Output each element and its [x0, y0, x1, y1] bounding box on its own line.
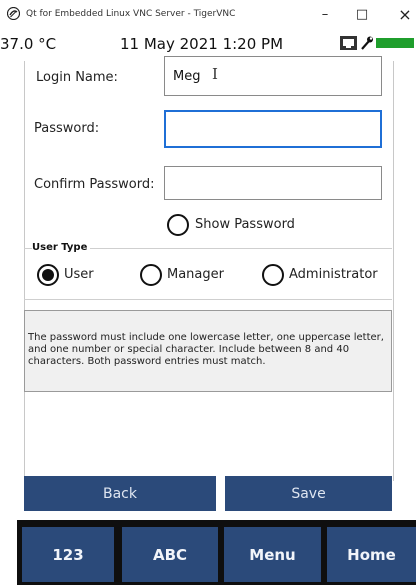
user-type-administrator-label: Administrator [289, 267, 378, 282]
menu-button-label: Menu [249, 545, 296, 564]
close-icon: × [398, 4, 412, 24]
numeric-keyboard-button[interactable]: 123 [22, 527, 114, 582]
tigervnc-app-icon [7, 7, 20, 20]
temperature-readout: 37.0 °C [0, 35, 57, 53]
user-type-manager-radio[interactable] [140, 264, 162, 286]
password-input[interactable] [164, 110, 382, 148]
user-type-title: User Type [32, 242, 91, 253]
user-type-user-radio[interactable] [37, 264, 59, 286]
menu-button[interactable]: Menu [224, 527, 321, 582]
save-button-label: Save [291, 485, 326, 502]
user-type-administrator-radio[interactable] [262, 264, 284, 286]
save-button[interactable]: Save [225, 476, 392, 511]
window-title: Qt for Embedded Linux VNC Server - Tiger… [26, 9, 236, 19]
show-password-label: Show Password [195, 217, 295, 232]
alpha-keyboard-button[interactable]: ABC [122, 527, 218, 582]
password-requirements-text: The password must include one lowercase … [28, 332, 384, 367]
text-cursor-icon: I [212, 65, 218, 83]
user-type-manager-label: Manager [167, 267, 224, 282]
back-button-label: Back [103, 485, 137, 502]
alpha-keyboard-label: ABC [152, 545, 188, 564]
login-name-input[interactable] [164, 56, 382, 96]
window-titlebar: Qt for Embedded Linux VNC Server - Tiger… [0, 0, 416, 28]
password-label: Password: [34, 121, 100, 136]
date-time-readout: 11 May 2021 1:20 PM [120, 35, 284, 53]
vnc-window: Qt for Embedded Linux VNC Server - Tiger… [0, 0, 416, 585]
back-button[interactable]: Back [24, 476, 216, 511]
numeric-keyboard-label: 123 [52, 545, 84, 564]
home-button-label: Home [347, 545, 396, 564]
confirm-password-label: Confirm Password: [34, 177, 155, 192]
home-button[interactable]: Home [327, 527, 416, 582]
display-icon [340, 36, 357, 50]
show-password-toggle[interactable] [167, 214, 189, 236]
battery-icon [376, 38, 414, 48]
user-type-user-label: User [64, 267, 94, 282]
maximize-icon: □ [355, 6, 369, 22]
minimize-button[interactable]: – [312, 3, 338, 25]
minimize-icon: – [321, 6, 329, 22]
status-icons [340, 36, 414, 50]
confirm-password-input[interactable] [164, 166, 382, 200]
close-button[interactable]: × [392, 3, 416, 25]
password-requirements-box: The password must include one lowercase … [24, 310, 392, 392]
wrench-icon [361, 36, 373, 50]
maximize-button[interactable]: □ [349, 3, 375, 25]
login-name-label: Login Name: [36, 70, 118, 85]
